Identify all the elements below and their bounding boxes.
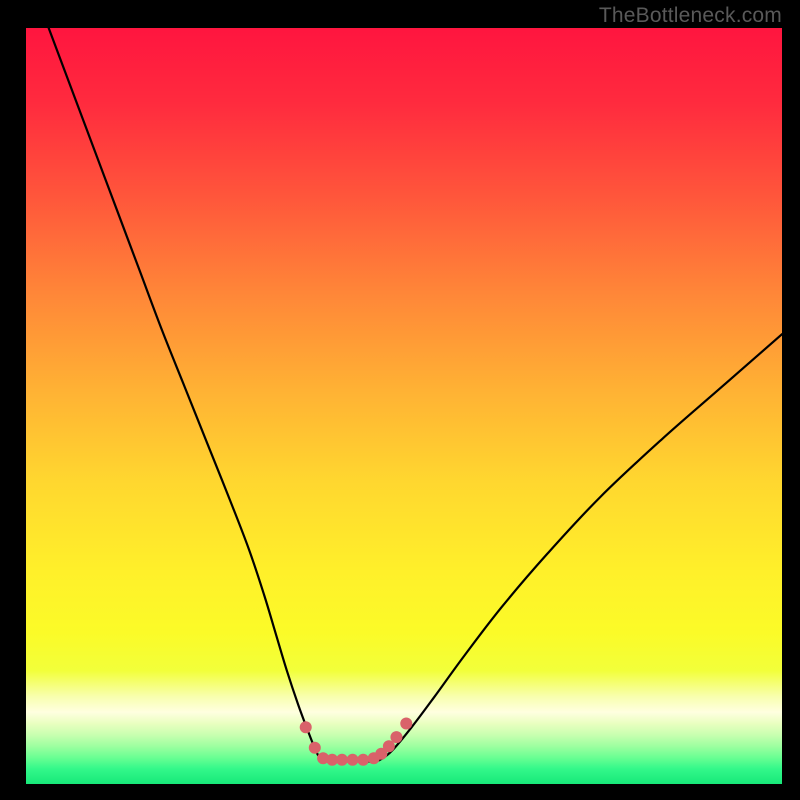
- valley-marker: [347, 754, 359, 766]
- figure-stage: TheBottleneck.com: [0, 0, 800, 800]
- valley-marker: [357, 754, 369, 766]
- chart-canvas: [26, 28, 782, 784]
- valley-marker-group: [300, 718, 413, 766]
- watermark-text: TheBottleneck.com: [599, 4, 782, 28]
- valley-marker: [336, 754, 348, 766]
- plot-area: [26, 28, 782, 784]
- bottleneck-curve: [49, 28, 782, 762]
- valley-marker: [390, 731, 402, 743]
- valley-marker: [400, 718, 412, 730]
- valley-marker: [309, 742, 321, 754]
- valley-marker: [300, 721, 312, 733]
